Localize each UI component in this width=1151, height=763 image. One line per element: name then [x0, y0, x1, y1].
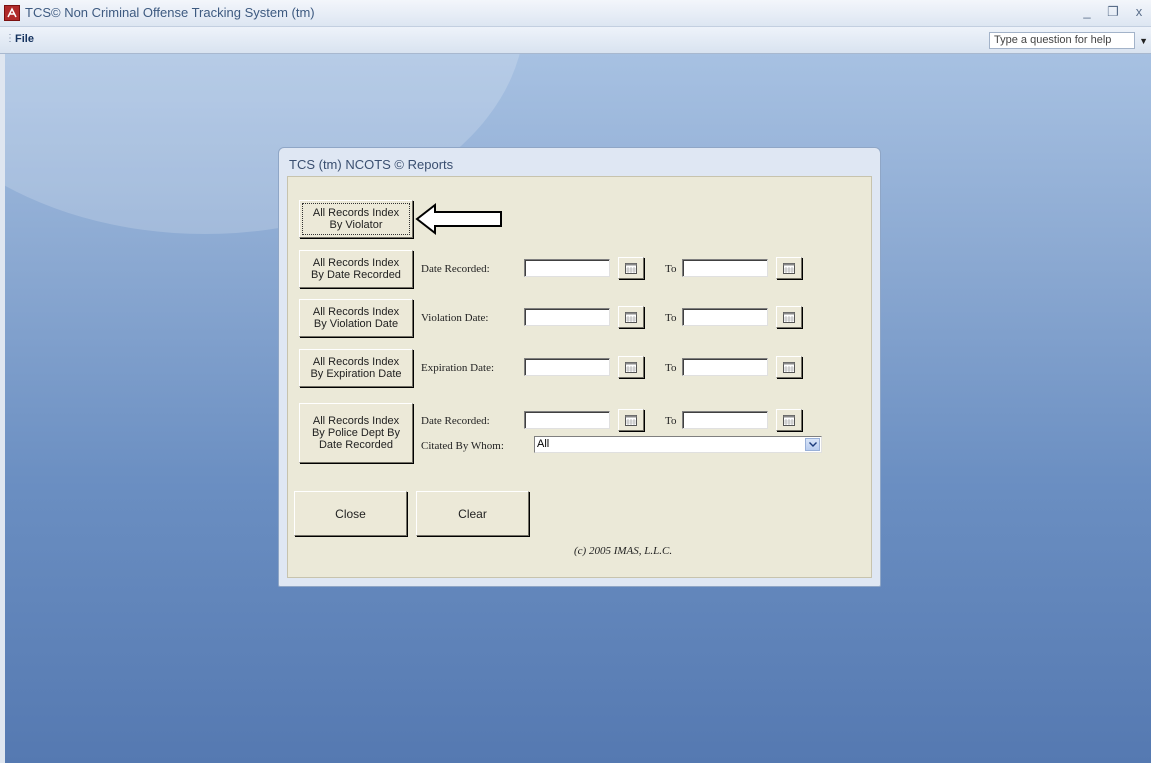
report-by-violation-date-button[interactable]: All Records Index By Violation Date — [299, 299, 413, 337]
to-label: To — [665, 362, 677, 374]
access-app-icon[interactable] — [4, 5, 20, 21]
close-button[interactable]: Close — [294, 491, 407, 536]
police-date-to-field[interactable] — [682, 411, 768, 429]
calendar-icon[interactable] — [776, 306, 802, 328]
toolbar-grip-icon[interactable]: ⋮ — [5, 33, 15, 44]
dialog-title: TCS (tm) NCOTS © Reports — [289, 157, 454, 172]
title-bar: TCS© Non Criminal Offense Tracking Syste… — [0, 0, 1151, 27]
calendar-icon[interactable] — [776, 257, 802, 279]
minimize-icon[interactable]: _ — [1081, 4, 1093, 20]
violation-date-label: Violation Date: — [421, 312, 489, 324]
report-by-police-dept-button[interactable]: All Records Index By Police Dept By Date… — [299, 403, 413, 463]
calendar-icon[interactable] — [618, 356, 644, 378]
report-by-violator-button[interactable]: All Records Index By Violator — [299, 200, 413, 238]
report-by-expiration-date-button[interactable]: All Records Index By Expiration Date — [299, 349, 413, 387]
clear-button[interactable]: Clear — [416, 491, 529, 536]
dialog-body: All Records Index By Violator All Record… — [287, 176, 872, 578]
calendar-icon[interactable] — [618, 306, 644, 328]
date-recorded-label: Date Recorded: — [421, 415, 490, 427]
report-by-date-recorded-button[interactable]: All Records Index By Date Recorded — [299, 250, 413, 288]
close-icon[interactable]: x — [1133, 4, 1145, 20]
window-title: TCS© Non Criminal Offense Tracking Syste… — [25, 5, 315, 20]
violation-date-from-field[interactable] — [524, 308, 610, 326]
to-label: To — [665, 263, 677, 275]
calendar-icon[interactable] — [618, 257, 644, 279]
date-recorded-from-field[interactable] — [524, 259, 610, 277]
calendar-icon[interactable] — [776, 356, 802, 378]
copyright-text: (c) 2005 IMAS, L.L.C. — [574, 545, 673, 557]
menu-bar: ⋮ File Type a question for help ▼ — [0, 27, 1151, 54]
chevron-down-icon[interactable] — [805, 438, 820, 451]
expiration-date-to-field[interactable] — [682, 358, 768, 376]
expiration-date-from-field[interactable] — [524, 358, 610, 376]
citated-by-value: All — [537, 438, 550, 450]
restore-icon[interactable]: ❐ — [1107, 4, 1119, 20]
citated-by-label: Citated By Whom: — [421, 440, 504, 452]
calendar-icon[interactable] — [618, 409, 644, 431]
violation-date-to-field[interactable] — [682, 308, 768, 326]
to-label: To — [665, 312, 677, 324]
dropdown-arrow-icon[interactable]: ▼ — [1139, 36, 1148, 46]
menu-file[interactable]: File — [15, 33, 34, 45]
date-recorded-label: Date Recorded: — [421, 263, 490, 275]
help-search-input[interactable]: Type a question for help — [989, 32, 1135, 49]
citated-by-select[interactable]: All — [534, 436, 822, 453]
expiration-date-label: Expiration Date: — [421, 362, 495, 374]
reports-dialog: TCS (tm) NCOTS © Reports All Records Ind… — [278, 147, 881, 587]
to-label: To — [665, 415, 677, 427]
police-date-from-field[interactable] — [524, 411, 610, 429]
date-recorded-to-field[interactable] — [682, 259, 768, 277]
pointer-arrow-icon — [415, 202, 502, 236]
calendar-icon[interactable] — [776, 409, 802, 431]
